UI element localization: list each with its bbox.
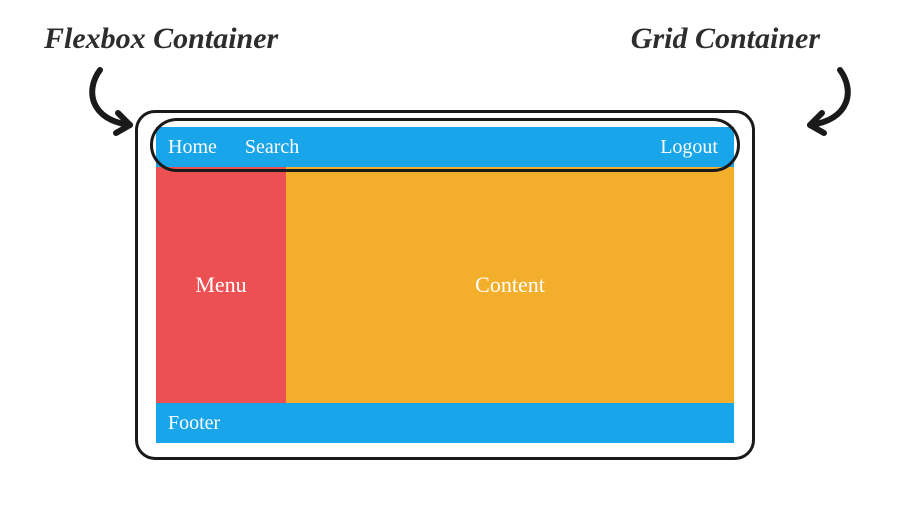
content-label: Content	[475, 272, 545, 298]
nav-search[interactable]: Search	[245, 136, 299, 159]
nav-logout[interactable]: Logout	[660, 136, 718, 159]
grid-layout: Home Search Logout Menu Content Footer	[156, 127, 734, 443]
menu-label: Menu	[195, 272, 246, 298]
arrow-right-icon	[760, 65, 860, 155]
nav-bar: Home Search Logout	[156, 127, 734, 167]
nav-home[interactable]: Home	[168, 136, 217, 159]
grid-container-label: Grid Container	[631, 22, 820, 56]
flexbox-container-label: Flexbox Container	[44, 22, 278, 56]
menu-region: Menu	[156, 167, 286, 403]
grid-container-outline: Home Search Logout Menu Content Footer	[135, 110, 755, 460]
footer-label: Footer	[168, 412, 220, 435]
footer-region: Footer	[156, 403, 734, 443]
content-region: Content	[286, 167, 734, 403]
